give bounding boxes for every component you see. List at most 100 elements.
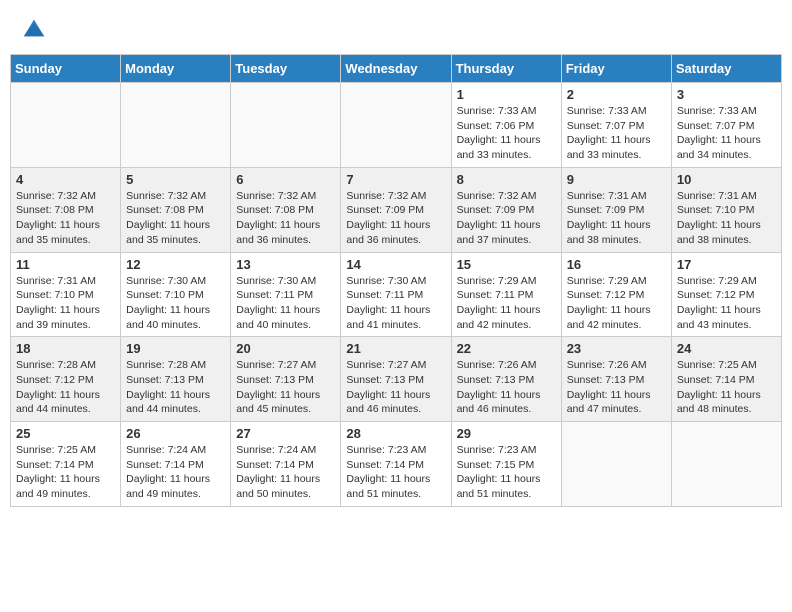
- day-cell: 1 Sunrise: 7:33 AMSunset: 7:06 PMDaylight…: [451, 83, 561, 168]
- day-info: Sunrise: 7:30 AMSunset: 7:10 PMDaylight:…: [126, 274, 225, 333]
- day-cell: 21Sunrise: 7:27 AMSunset: 7:13 PMDayligh…: [341, 337, 451, 422]
- day-number: 17: [677, 257, 776, 272]
- day-cell: 23 Sunrise: 7:26 AMSunset: 7:13 PMDayligh…: [561, 337, 671, 422]
- day-cell: 27 Sunrise: 7:24 AMSunset: 7:14 PMDayligh…: [231, 422, 341, 507]
- day-info: Sunrise: 7:32 AMSunset: 7:09 PMDaylight:…: [457, 189, 556, 248]
- week-row-5: 25 Sunrise: 7:25 AMSunset: 7:14 PMDayligh…: [11, 422, 782, 507]
- day-info: Sunrise: 7:32 AMSunset: 7:08 PMDaylight:…: [126, 189, 225, 248]
- day-info: Sunrise: 7:26 AMSunset: 7:13 PMDaylight:…: [567, 358, 666, 417]
- day-info: Sunrise: 7:30 AMSunset: 7:11 PMDaylight:…: [236, 274, 335, 333]
- day-info: Sunrise: 7:31 AMSunset: 7:10 PMDaylight:…: [16, 274, 115, 333]
- day-number: 22: [457, 341, 556, 356]
- week-row-1: 1 Sunrise: 7:33 AMSunset: 7:06 PMDaylight…: [11, 83, 782, 168]
- day-cell: 13 Sunrise: 7:30 AMSunset: 7:11 PMDayligh…: [231, 252, 341, 337]
- day-info: Sunrise: 7:32 AMSunset: 7:09 PMDaylight:…: [346, 189, 445, 248]
- day-info: Sunrise: 7:32 AMSunset: 7:08 PMDaylight:…: [236, 189, 335, 248]
- header-sunday: Sunday: [11, 55, 121, 83]
- day-number: 12: [126, 257, 225, 272]
- day-cell: 18 Sunrise: 7:28 AMSunset: 7:12 PMDayligh…: [11, 337, 121, 422]
- day-number: 11: [16, 257, 115, 272]
- calendar-header: SundayMondayTuesdayWednesdayThursdayFrid…: [11, 55, 782, 83]
- day-info: Sunrise: 7:23 AMSunset: 7:14 PMDaylight:…: [346, 443, 445, 502]
- day-number: 6: [236, 172, 335, 187]
- day-cell: [341, 83, 451, 168]
- day-number: 15: [457, 257, 556, 272]
- day-cell: 10 Sunrise: 7:31 AMSunset: 7:10 PMDayligh…: [671, 167, 781, 252]
- day-number: 10: [677, 172, 776, 187]
- week-row-2: 4Sunrise: 7:32 AMSunset: 7:08 PMDaylight…: [11, 167, 782, 252]
- day-info: Sunrise: 7:29 AMSunset: 7:11 PMDaylight:…: [457, 274, 556, 333]
- day-info: Sunrise: 7:31 AMSunset: 7:10 PMDaylight:…: [677, 189, 776, 248]
- day-info: Sunrise: 7:28 AMSunset: 7:12 PMDaylight:…: [16, 358, 115, 417]
- day-cell: 12 Sunrise: 7:30 AMSunset: 7:10 PMDayligh…: [121, 252, 231, 337]
- day-cell: 2 Sunrise: 7:33 AMSunset: 7:07 PMDaylight…: [561, 83, 671, 168]
- day-info: Sunrise: 7:33 AMSunset: 7:07 PMDaylight:…: [567, 104, 666, 163]
- day-cell: 6 Sunrise: 7:32 AMSunset: 7:08 PMDaylight…: [231, 167, 341, 252]
- calendar-body: 1 Sunrise: 7:33 AMSunset: 7:06 PMDaylight…: [11, 83, 782, 507]
- day-cell: 11 Sunrise: 7:31 AMSunset: 7:10 PMDayligh…: [11, 252, 121, 337]
- day-number: 14: [346, 257, 445, 272]
- logo: [18, 14, 48, 42]
- day-number: 21: [346, 341, 445, 356]
- day-cell: [121, 83, 231, 168]
- day-info: Sunrise: 7:27 AMSunset: 7:13 PMDaylight:…: [236, 358, 335, 417]
- calendar-table: SundayMondayTuesdayWednesdayThursdayFrid…: [10, 54, 782, 507]
- header-thursday: Thursday: [451, 55, 561, 83]
- day-number: 20: [236, 341, 335, 356]
- header-friday: Friday: [561, 55, 671, 83]
- day-cell: [11, 83, 121, 168]
- day-info: Sunrise: 7:31 AMSunset: 7:09 PMDaylight:…: [567, 189, 666, 248]
- day-cell: 28 Sunrise: 7:23 AMSunset: 7:14 PMDayligh…: [341, 422, 451, 507]
- day-info: Sunrise: 7:24 AMSunset: 7:14 PMDaylight:…: [126, 443, 225, 502]
- day-cell: 14 Sunrise: 7:30 AMSunset: 7:11 PMDayligh…: [341, 252, 451, 337]
- day-cell: 9 Sunrise: 7:31 AMSunset: 7:09 PMDaylight…: [561, 167, 671, 252]
- day-cell: 15 Sunrise: 7:29 AMSunset: 7:11 PMDayligh…: [451, 252, 561, 337]
- day-number: 16: [567, 257, 666, 272]
- day-cell: 17 Sunrise: 7:29 AMSunset: 7:12 PMDayligh…: [671, 252, 781, 337]
- day-info: Sunrise: 7:26 AMSunset: 7:13 PMDaylight:…: [457, 358, 556, 417]
- day-info: Sunrise: 7:25 AMSunset: 7:14 PMDaylight:…: [677, 358, 776, 417]
- day-info: Sunrise: 7:24 AMSunset: 7:14 PMDaylight:…: [236, 443, 335, 502]
- day-number: 19: [126, 341, 225, 356]
- day-number: 29: [457, 426, 556, 441]
- day-number: 23: [567, 341, 666, 356]
- day-cell: 26 Sunrise: 7:24 AMSunset: 7:14 PMDayligh…: [121, 422, 231, 507]
- day-number: 26: [126, 426, 225, 441]
- day-cell: [231, 83, 341, 168]
- day-cell: [561, 422, 671, 507]
- day-number: 13: [236, 257, 335, 272]
- day-number: 28: [346, 426, 445, 441]
- page-header: [10, 10, 782, 46]
- day-number: 27: [236, 426, 335, 441]
- day-cell: 7 Sunrise: 7:32 AMSunset: 7:09 PMDaylight…: [341, 167, 451, 252]
- day-number: 25: [16, 426, 115, 441]
- day-info: Sunrise: 7:29 AMSunset: 7:12 PMDaylight:…: [567, 274, 666, 333]
- header-monday: Monday: [121, 55, 231, 83]
- day-cell: 5Sunrise: 7:32 AMSunset: 7:08 PMDaylight…: [121, 167, 231, 252]
- day-cell: [671, 422, 781, 507]
- day-info: Sunrise: 7:25 AMSunset: 7:14 PMDaylight:…: [16, 443, 115, 502]
- day-cell: 19 Sunrise: 7:28 AMSunset: 7:13 PMDayligh…: [121, 337, 231, 422]
- day-info: Sunrise: 7:33 AMSunset: 7:07 PMDaylight:…: [677, 104, 776, 163]
- day-info: Sunrise: 7:29 AMSunset: 7:12 PMDaylight:…: [677, 274, 776, 333]
- header-tuesday: Tuesday: [231, 55, 341, 83]
- day-cell: 20 Sunrise: 7:27 AMSunset: 7:13 PMDayligh…: [231, 337, 341, 422]
- day-number: 9: [567, 172, 666, 187]
- day-info: Sunrise: 7:32 AMSunset: 7:08 PMDaylight:…: [16, 189, 115, 248]
- day-number: 2: [567, 87, 666, 102]
- day-info: Sunrise: 7:33 AMSunset: 7:06 PMDaylight:…: [457, 104, 556, 163]
- day-info: Sunrise: 7:28 AMSunset: 7:13 PMDaylight:…: [126, 358, 225, 417]
- header-wednesday: Wednesday: [341, 55, 451, 83]
- day-number: 7: [346, 172, 445, 187]
- day-cell: 25 Sunrise: 7:25 AMSunset: 7:14 PMDayligh…: [11, 422, 121, 507]
- day-info: Sunrise: 7:23 AMSunset: 7:15 PMDaylight:…: [457, 443, 556, 502]
- day-cell: 4Sunrise: 7:32 AMSunset: 7:08 PMDaylight…: [11, 167, 121, 252]
- day-number: 8: [457, 172, 556, 187]
- day-number: 18: [16, 341, 115, 356]
- day-number: 1: [457, 87, 556, 102]
- day-info: Sunrise: 7:30 AMSunset: 7:11 PMDaylight:…: [346, 274, 445, 333]
- week-row-3: 11 Sunrise: 7:31 AMSunset: 7:10 PMDayligh…: [11, 252, 782, 337]
- day-number: 24: [677, 341, 776, 356]
- day-cell: 3Sunrise: 7:33 AMSunset: 7:07 PMDaylight…: [671, 83, 781, 168]
- week-row-4: 18 Sunrise: 7:28 AMSunset: 7:12 PMDayligh…: [11, 337, 782, 422]
